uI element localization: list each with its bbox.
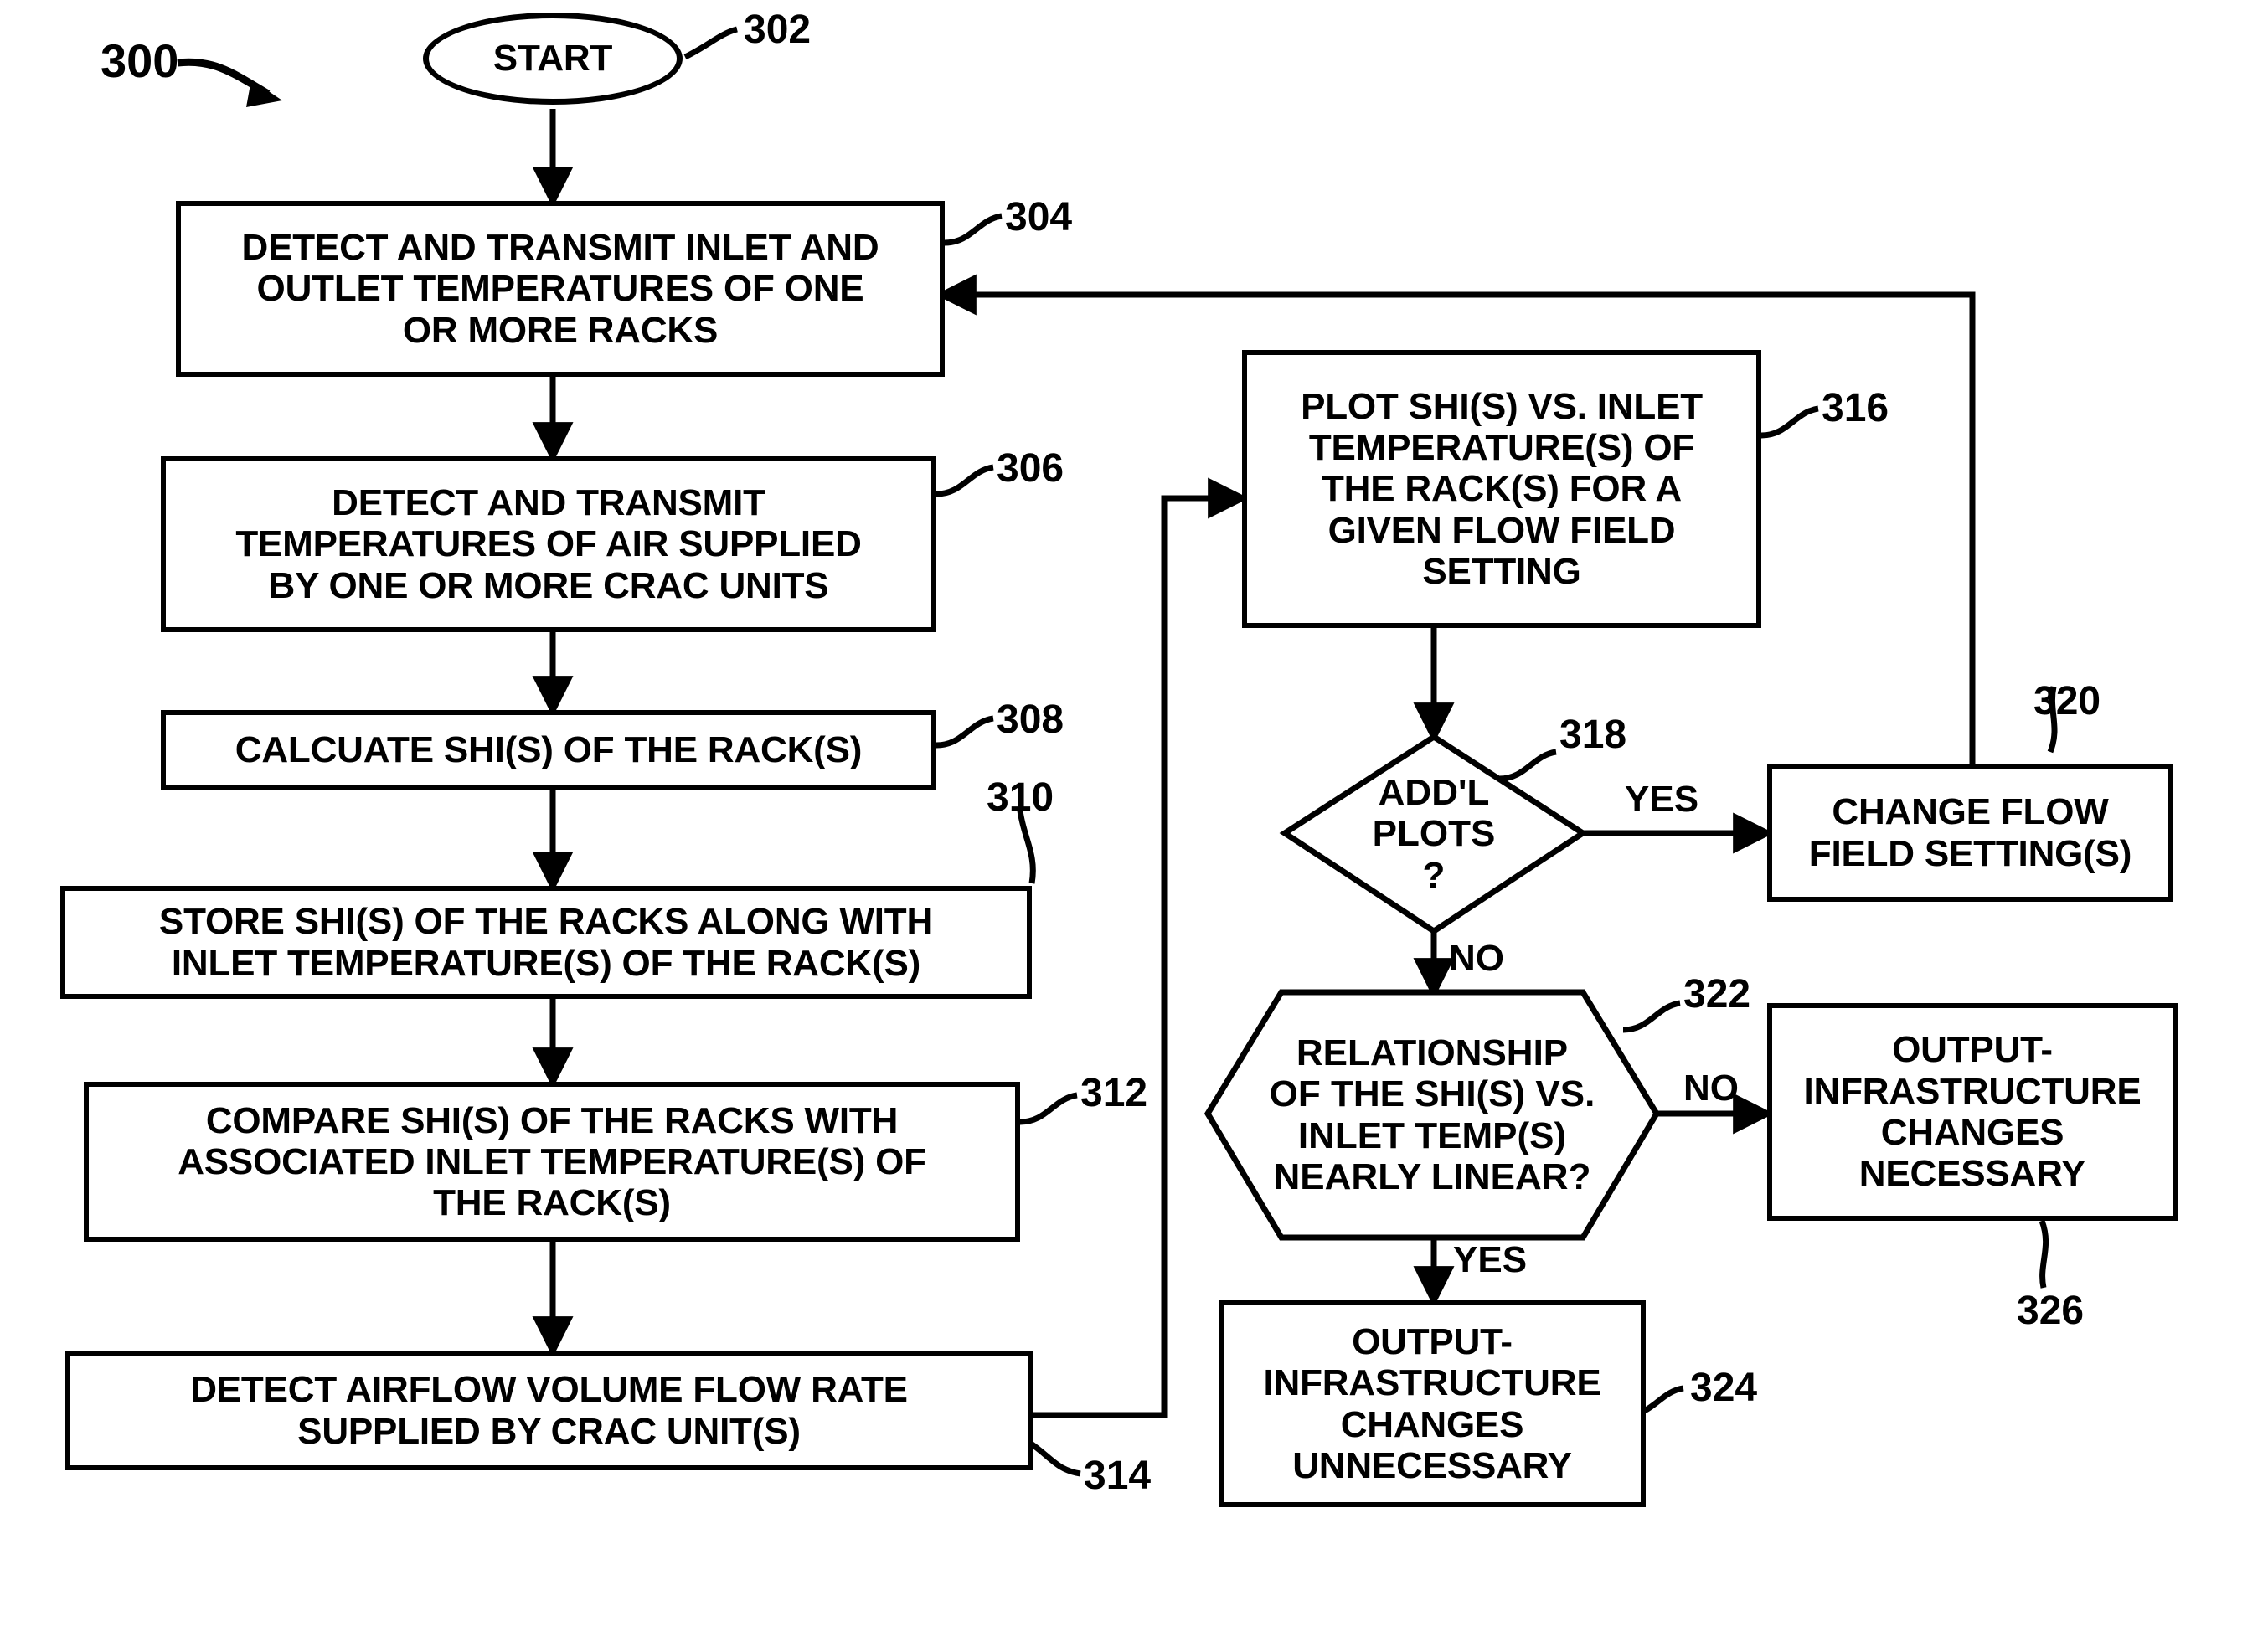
node-306-label: DETECT AND TRANSMIT TEMPERATURES OF AIR … <box>235 482 862 606</box>
ref-310: 310 <box>987 775 1054 820</box>
ref-308: 308 <box>997 697 1064 742</box>
ref-322: 322 <box>1683 972 1751 1016</box>
edge-label-linear-no: NO <box>1683 1068 1739 1109</box>
node-310-label: STORE SHI(S) OF THE RACKS ALONG WITH INL… <box>158 901 934 984</box>
ref-312: 312 <box>1080 1071 1148 1115</box>
node-316-label: PLOT SHI(S) VS. INLET TEMPERATURE(S) OF … <box>1301 385 1703 592</box>
node-addl-plots-decision: ADD'L PLOTS ? <box>1285 737 1583 931</box>
ref-324: 324 <box>1690 1366 1758 1410</box>
node-detect-airflow: DETECT AIRFLOW VOLUME FLOW RATE SUPPLIED… <box>65 1351 1033 1470</box>
figure-lead-line <box>177 58 271 97</box>
ref-318: 318 <box>1559 713 1627 757</box>
node-314-label: DETECT AIRFLOW VOLUME FLOW RATE SUPPLIED… <box>190 1369 908 1452</box>
node-detect-transmit-rack-temps: DETECT AND TRANSMIT INLET AND OUTLET TEM… <box>176 201 945 377</box>
figure-lead-arrowhead <box>246 80 282 107</box>
node-326-label: OUTPUT- INFRASTRUCTURE CHANGES NECESSARY <box>1803 1029 2142 1195</box>
figure-reference-numeral: 300 <box>101 34 179 87</box>
edge-label-addl-plots-no: NO <box>1449 938 1504 979</box>
lead-line-302 <box>683 26 738 60</box>
lead-line-308 <box>936 715 994 749</box>
node-start-label: START <box>492 38 613 80</box>
node-324-label: OUTPUT- INFRASTRUCTURE CHANGES UNNECESSA… <box>1263 1320 1601 1486</box>
lead-line-310 <box>1017 810 1036 884</box>
edge-label-linear-yes: YES <box>1453 1239 1528 1280</box>
node-308-label: CALCUATE SHI(S) OF THE RACK(S) <box>235 728 863 770</box>
node-linear-relationship-decision: RELATIONSHIP OF THE SHI(S) VS. INLET TEM… <box>1208 992 1657 1238</box>
lead-line-326 <box>2039 1219 2049 1289</box>
node-change-flow-field: CHANGE FLOW FIELD SETTING(S) <box>1767 764 2173 902</box>
ref-306: 306 <box>997 446 1064 491</box>
edge-314-to-316 <box>1033 477 1250 1418</box>
ref-320: 320 <box>2033 679 2101 723</box>
node-start: START <box>423 13 683 105</box>
flowchart-figure: 300 START 302 DETECT AND TRANSMIT INLET … <box>0 0 2268 1652</box>
node-output-changes-unnecessary: OUTPUT- INFRASTRUCTURE CHANGES UNNECESSA… <box>1219 1300 1646 1507</box>
edge-label-addl-plots-yes: YES <box>1625 779 1699 820</box>
lead-line-312 <box>1019 1092 1078 1125</box>
node-compare-shi: COMPARE SHI(S) OF THE RACKS WITH ASSOCIA… <box>84 1082 1020 1242</box>
node-plot-shi-vs-inlet: PLOT SHI(S) VS. INLET TEMPERATURE(S) OF … <box>1242 350 1761 628</box>
ref-302: 302 <box>744 8 812 52</box>
node-312-label: COMPARE SHI(S) OF THE RACKS WITH ASSOCIA… <box>178 1099 926 1224</box>
node-322-label: RELATIONSHIP OF THE SHI(S) VS. INLET TEM… <box>1269 1032 1595 1197</box>
ref-314: 314 <box>1084 1454 1152 1498</box>
node-calculate-shi: CALCUATE SHI(S) OF THE RACK(S) <box>161 710 936 790</box>
ref-304: 304 <box>1005 195 1073 239</box>
node-318-label: ADD'L PLOTS ? <box>1372 772 1496 896</box>
lead-line-314 <box>1027 1439 1081 1477</box>
node-304-label: DETECT AND TRANSMIT INLET AND OUTLET TEM… <box>241 227 879 351</box>
node-output-changes-necessary: OUTPUT- INFRASTRUCTURE CHANGES NECESSARY <box>1767 1003 2178 1221</box>
ref-326: 326 <box>2017 1289 2085 1333</box>
lead-line-304 <box>944 213 1003 246</box>
lead-line-316 <box>1760 405 1819 439</box>
node-320-label: CHANGE FLOW FIELD SETTING(S) <box>1808 791 2132 874</box>
ref-316: 316 <box>1822 386 1889 430</box>
node-detect-transmit-crac-temps: DETECT AND TRANSMIT TEMPERATURES OF AIR … <box>161 456 936 632</box>
lead-line-306 <box>936 464 994 497</box>
node-store-shi: STORE SHI(S) OF THE RACKS ALONG WITH INL… <box>60 886 1032 999</box>
